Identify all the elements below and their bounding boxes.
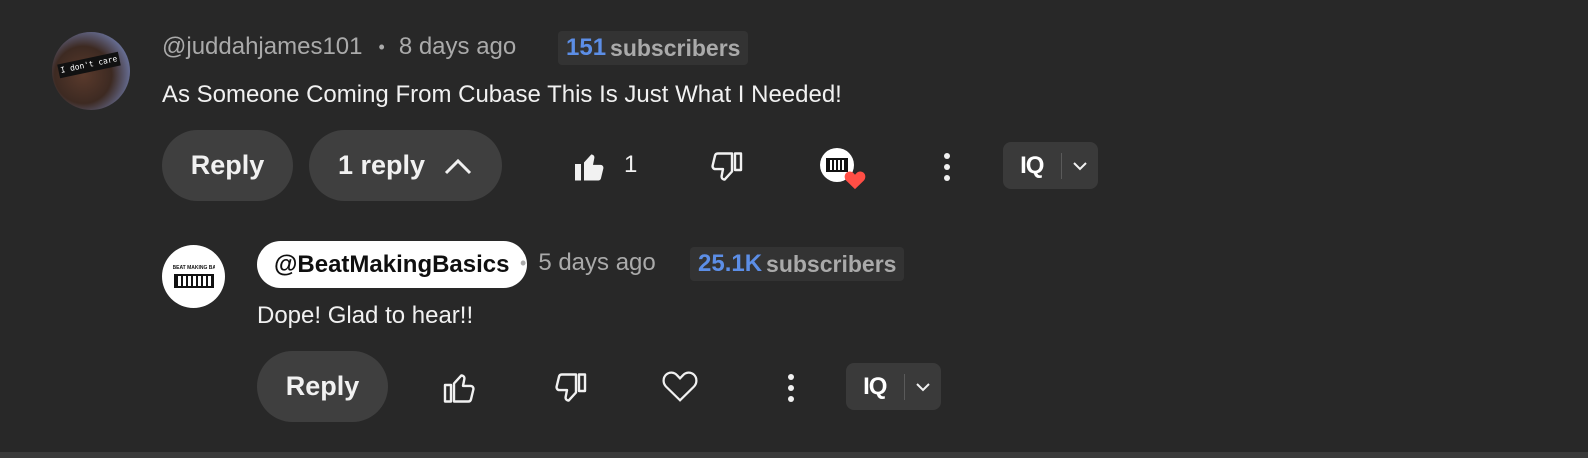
more-actions-button[interactable] xyxy=(932,145,962,189)
more-actions-button[interactable] xyxy=(776,366,806,410)
extension-menu[interactable]: IQ xyxy=(846,363,941,410)
commenter-avatar[interactable]: I don't care xyxy=(52,32,130,110)
thumbs-down-icon xyxy=(552,370,588,406)
reply-author-chip[interactable]: @BeatMakingBasics xyxy=(257,241,527,288)
chevron-down-icon[interactable] xyxy=(905,382,941,392)
reply-button[interactable]: Reply xyxy=(162,130,293,201)
more-vert-icon xyxy=(943,152,951,182)
thumbs-down-icon xyxy=(708,149,744,185)
more-vert-icon xyxy=(787,373,795,403)
subscriber-count: 151 xyxy=(566,34,607,61)
reply-author-avatar[interactable]: BEAT MAKING BASICS xyxy=(162,245,225,308)
thumbs-up-icon xyxy=(442,370,478,406)
like-button[interactable] xyxy=(568,145,612,189)
reply-button[interactable]: Reply xyxy=(257,351,388,422)
like-count: 1 xyxy=(624,151,638,178)
toggle-replies-button[interactable]: 1 reply xyxy=(309,130,502,201)
replies-count-label: 1 reply xyxy=(337,150,426,180)
reply-timestamp[interactable]: 5 days ago xyxy=(538,249,655,277)
extension-logo: IQ xyxy=(863,372,887,400)
heart-icon xyxy=(844,170,866,190)
heart-icon xyxy=(662,369,698,403)
thumbs-up-icon xyxy=(572,149,608,185)
subscriber-count: 25.1K xyxy=(698,250,763,277)
reply-text: Dope! Glad to hear!! xyxy=(257,302,474,329)
chevron-down-icon[interactable] xyxy=(1062,161,1098,171)
dislike-button[interactable] xyxy=(548,366,592,410)
extension-menu[interactable]: IQ xyxy=(1003,142,1098,189)
subscriber-badge: 25.1K subscribers xyxy=(690,247,905,281)
meta-separator: • xyxy=(520,252,527,273)
comment-author[interactable]: @juddahjames101 xyxy=(162,33,363,61)
comment-timestamp[interactable]: 8 days ago xyxy=(399,33,516,61)
reply-author: @BeatMakingBasics xyxy=(274,250,510,278)
like-button[interactable] xyxy=(438,366,482,410)
reply-button-label: Reply xyxy=(285,371,360,401)
reply-button-label: Reply xyxy=(190,150,265,180)
subscriber-badge: 151 subscribers xyxy=(558,31,749,65)
heart-button[interactable] xyxy=(658,364,702,408)
subscriber-label: subscribers xyxy=(766,250,897,277)
subscriber-label: subscribers xyxy=(610,34,741,61)
avatar-caption: I don't care xyxy=(57,51,121,79)
comment-text: As Someone Coming From Cubase This Is Ju… xyxy=(162,81,842,108)
meta-separator: • xyxy=(378,36,385,57)
extension-logo: IQ xyxy=(1020,151,1044,179)
chevron-up-icon xyxy=(443,157,473,175)
dislike-button[interactable] xyxy=(704,145,748,189)
creator-heart[interactable] xyxy=(820,148,868,192)
avatar-caption: BEAT MAKING BASICS xyxy=(172,264,215,271)
bottom-divider xyxy=(0,452,1588,458)
